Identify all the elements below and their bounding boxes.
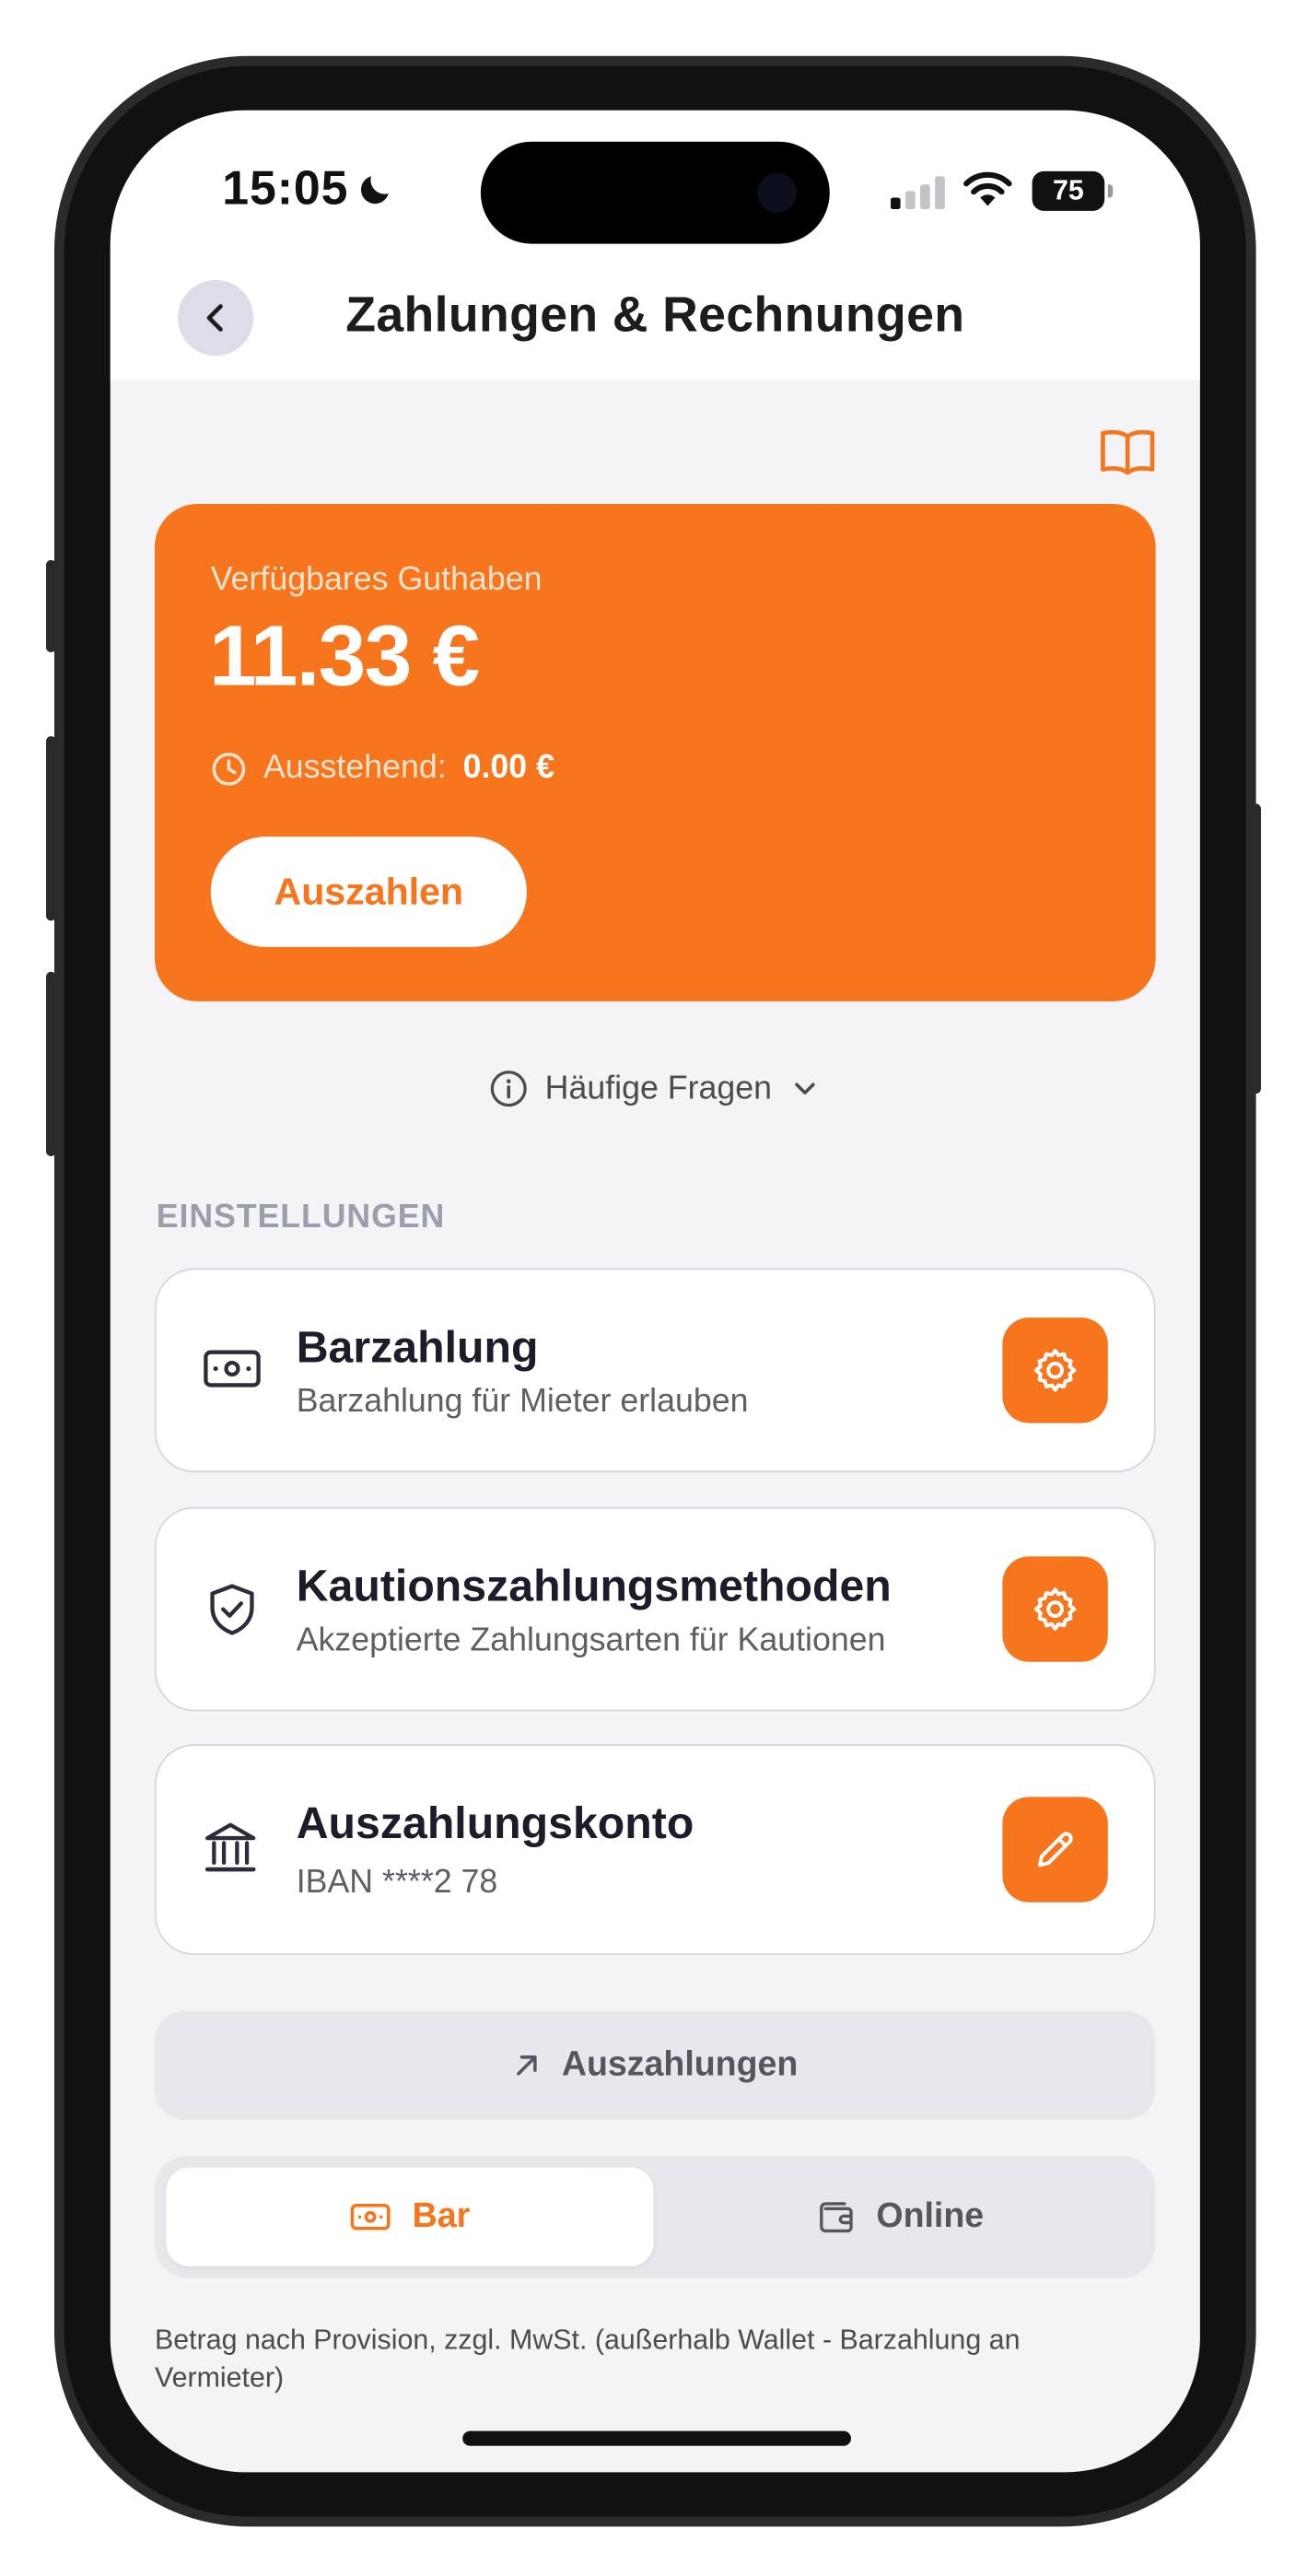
setting-subtitle: Akzeptierte Zahlungsarten für Kautionen [296,1622,886,1659]
pending-value: 0.00 € [462,749,554,786]
deposit-settings-button[interactable] [1002,1556,1108,1662]
segment-online-label: Online [876,2196,985,2235]
balance-card: Verfügbares Guthaben 11.33 € Ausstehend:… [154,504,1156,1001]
payouts-history-label: Auszahlungen [561,2045,799,2084]
pending-label: Ausstehend: [263,749,447,786]
status-time: 15:05 [222,162,349,217]
setting-subtitle: IBAN ****2 78 [296,1864,498,1902]
bank-icon [203,1819,259,1886]
power-button [1251,803,1261,1095]
setting-cash-payment: Barzahlung Barzahlung für Mieter erlaube… [154,1268,1156,1473]
payout-button[interactable]: Auszahlen [210,837,527,947]
dynamic-island [480,141,830,244]
shield-check-icon [205,1581,258,1645]
setting-payout-account: Auszahlungskonto IBAN ****2 78 [154,1744,1156,1955]
top-bar: 15:05 75 Zahlungen & Rechnungen [110,110,1200,381]
gear-icon [1033,1587,1077,1631]
segment-online[interactable]: Online [657,2168,1144,2266]
moon-icon [356,170,395,217]
volume-up-button [46,736,56,921]
balance-label: Verfügbares Guthaben [210,561,543,598]
cash-icon [351,2203,391,2231]
payouts-history-button[interactable]: Auszahlungen [154,2010,1156,2120]
cash-settings-button[interactable] [1002,1317,1108,1423]
home-indicator[interactable] [462,2430,851,2446]
chevron-down-icon [795,1083,815,1095]
camera-icon [757,172,798,213]
faq-label: Häufige Fragen [544,1070,773,1107]
faq-toggle[interactable]: Häufige Fragen [111,1069,1200,1108]
setting-subtitle: Barzahlung für Mieter erlauben [296,1383,749,1420]
book-icon[interactable] [1098,427,1157,487]
screen: 15:05 75 Zahlungen & Rechnungen Verfügba… [110,110,1200,2473]
setting-title: Barzahlung [296,1322,539,1373]
cash-icon [203,1346,262,1400]
setting-deposit-methods: Kautionszahlungsmethoden Akzeptierte Zah… [154,1506,1156,1712]
battery-indicator: 75 [1032,170,1114,211]
pending-row: Ausstehend: 0.00 € [211,749,554,787]
footnote: Betrag nach Provision, zzgl. MwSt. (auße… [154,2324,1021,2394]
pencil-icon [1037,1832,1073,1868]
payment-type-segmented-control: Bar Online [154,2156,1156,2278]
wifi-icon [963,170,1013,217]
info-icon [490,1071,527,1107]
segment-bar[interactable]: Bar [166,2167,654,2266]
page-title: Zahlungen & Rechnungen [345,287,965,343]
volume-down-button [46,971,56,1156]
edit-payout-account-button[interactable] [1002,1797,1108,1903]
action-button [46,559,56,652]
wallet-icon [820,2202,854,2233]
signal-icon [890,176,947,217]
clock-icon [212,752,246,785]
balance-amount: 11.33 € [208,609,480,706]
setting-title: Kautionszahlungsmethoden [296,1561,892,1611]
segment-bar-label: Bar [412,2196,471,2235]
page: 15:05 75 Zahlungen & Rechnungen Verfügba… [0,0,1307,2576]
setting-title: Auszahlungskonto [296,1798,694,1848]
arrow-up-right-icon [517,2055,538,2076]
gear-icon [1033,1349,1077,1392]
settings-section-label: EINSTELLUNGEN [156,1199,446,1235]
